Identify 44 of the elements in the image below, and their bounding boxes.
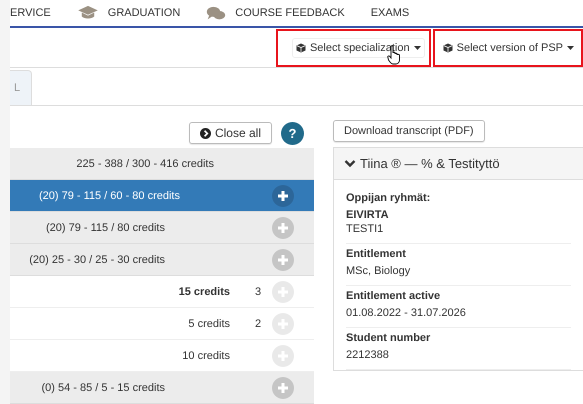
chat-bubbles-icon: [206, 6, 226, 21]
credits-text: (0) 54 - 85 / 5 - 15 credits: [40, 382, 166, 394]
panel-header[interactable]: Tiina ® — % & Testityttö: [334, 148, 583, 180]
field-label: Oppijan ryhmät:: [346, 192, 432, 204]
download-transcript-button[interactable]: Download transcript (PDF): [333, 120, 485, 142]
nav-link[interactable]: ERVICE: [10, 7, 51, 20]
course-count: 2: [254, 318, 262, 330]
caret-icon: [567, 46, 574, 50]
plan-row[interactable]: (20) 79 - 115 / 80 credits: [10, 212, 314, 244]
cube-icon: [442, 42, 453, 53]
help-button[interactable]: ?: [281, 122, 304, 144]
credits-text: 5 credits: [187, 318, 231, 330]
student-name: Tiina ® — % & Testityttö: [360, 156, 500, 171]
plan-row[interactable]: 5 credits 2: [10, 308, 314, 340]
field-value: TESTI1: [346, 223, 384, 235]
chevron-icon: [344, 159, 356, 168]
nav-link[interactable]: EXAMS: [370, 7, 410, 20]
close-all-button[interactable]: Close all: [188, 122, 272, 144]
credits-text: (20) 25 - 30 / 25 - 30 credits: [28, 254, 166, 266]
field-label: Student number: [346, 332, 432, 344]
field-label: Entitlement active: [346, 290, 442, 302]
field-value: MSc, Biology: [346, 265, 412, 277]
credits-text: (20) 79 - 115 / 80 credits: [44, 222, 166, 234]
add-circle-icon[interactable]: [272, 184, 294, 206]
field-value: 2212388: [346, 349, 390, 361]
credits-text: 225 - 388 / 300 - 416 credits: [75, 158, 215, 170]
cube-icon: [296, 42, 306, 53]
credits-text: (20) 79 - 115 / 60 - 80 credits: [38, 190, 181, 202]
field-value: EIVIRTA: [346, 209, 390, 221]
plan-row[interactable]: (20) 25 - 30 / 25 - 30 credits: [10, 244, 314, 276]
plan-row[interactable]: 225 - 388 / 300 - 416 credits: [10, 148, 314, 180]
credits-text: 15 credits: [178, 286, 231, 298]
graduation-cap-icon: [76, 5, 99, 22]
course-count: 3: [254, 286, 262, 298]
caret-icon: [414, 46, 421, 50]
plan-row[interactable]: (0) 54 - 85 / 5 - 15 credits: [10, 372, 314, 404]
chevron-circle-icon: [200, 128, 211, 138]
nav-link[interactable]: COURSE FEEDBACK: [206, 6, 345, 21]
plan-row[interactable]: (20) 79 - 115 / 60 - 80 credits: [10, 180, 314, 212]
nav-link[interactable]: GRADUATION: [76, 5, 180, 22]
field-value: 01.08.2022 - 31.07.2026: [346, 307, 467, 319]
field-label: Entitlement: [346, 248, 407, 260]
credits-text: 10 credits: [181, 350, 231, 362]
plan-row[interactable]: 15 credits 3: [10, 276, 314, 308]
